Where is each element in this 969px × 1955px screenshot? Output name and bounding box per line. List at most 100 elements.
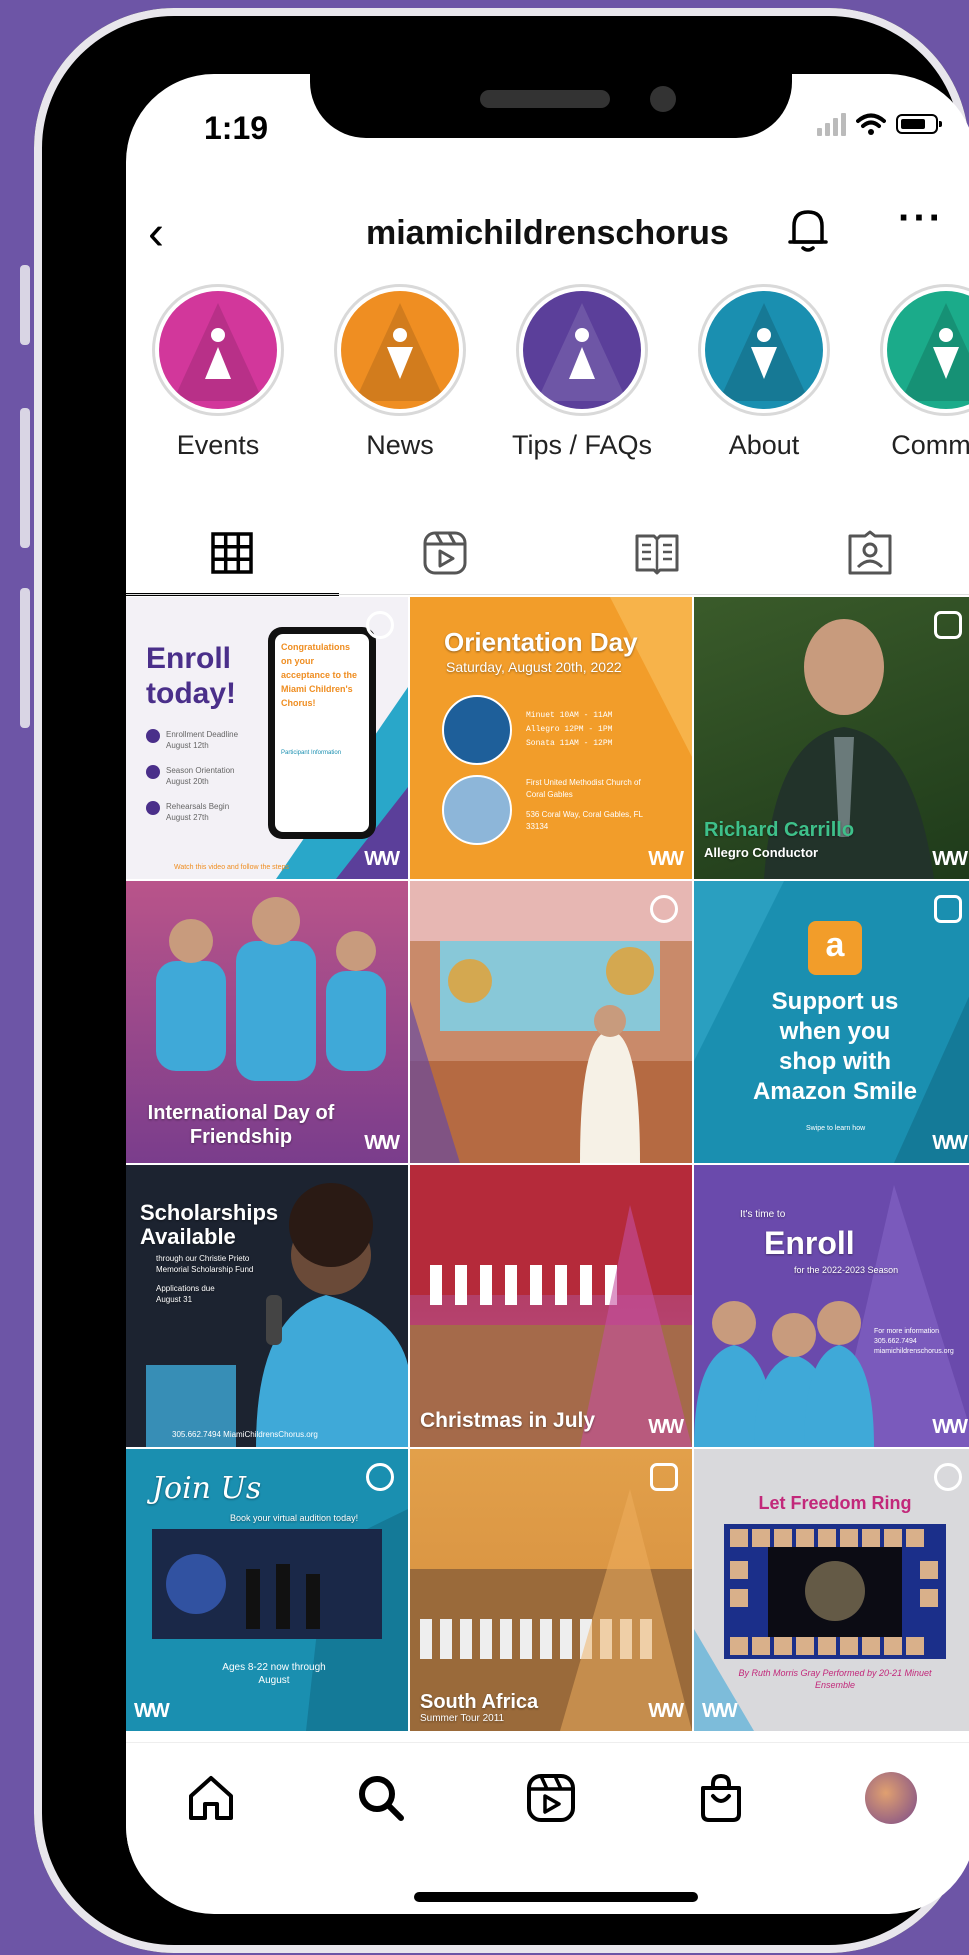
chorus-logo: WW	[702, 1700, 738, 1722]
highlight-news[interactable]: News	[330, 284, 470, 461]
tab-posts-grid[interactable]	[126, 510, 339, 596]
tabs-divider	[126, 594, 969, 595]
guides-icon	[635, 534, 679, 575]
post-subtitle: for the 2022-2023 Season	[794, 1265, 899, 1275]
post-subtitle: Saturday, August 20th, 2022	[446, 659, 622, 675]
wifi-icon	[856, 113, 886, 135]
highlight-label: News	[366, 430, 434, 460]
carousel-icon	[934, 611, 962, 639]
photo-circle	[442, 695, 512, 765]
post-title: Join Us	[152, 1471, 262, 1506]
amazon-icon: a	[808, 921, 862, 975]
profile-username: miamichildrenschorus	[366, 214, 729, 252]
highlight-cover	[341, 291, 459, 409]
post-enroll-season[interactable]: It's time to Enroll for the 2022-2023 Se…	[694, 1165, 969, 1447]
bell-icon[interactable]	[786, 206, 830, 254]
reel-icon	[366, 611, 394, 639]
volume-up-button	[20, 408, 30, 548]
tab-tagged[interactable]	[764, 510, 969, 596]
phone-mockup: Congratulations on your acceptance to th…	[268, 627, 376, 839]
profile-header: ‹ miamichildrenschorus ···	[126, 192, 969, 272]
highlight-cover	[887, 291, 969, 409]
post-video-ride[interactable]	[410, 881, 692, 1163]
post-subtitle: By Ruth Morris Gray Performed by 20-21 M…	[738, 1668, 932, 1690]
highlight-label: Tips / FAQs	[512, 430, 653, 460]
post-christmas-in-july[interactable]: Christmas in July WW	[410, 1165, 692, 1447]
post-enroll-today[interactable]: Enroll today! Enrollment Deadline August…	[126, 597, 408, 879]
post-title: International Day of Friendship	[147, 1102, 335, 1148]
carousel-icon	[650, 1463, 678, 1491]
notch	[310, 74, 792, 138]
post-orientation-day[interactable]: Orientation Day Saturday, August 20th, 2…	[410, 597, 692, 879]
tab-guides[interactable]	[551, 510, 764, 596]
chorus-logo: WW	[932, 1416, 968, 1438]
speaker	[480, 90, 610, 108]
post-join-us[interactable]: Join Us Book your virtual audition today…	[126, 1449, 408, 1731]
post-let-freedom-ring[interactable]: Let Freedom Ring By Ruth Morris Gray Per…	[694, 1449, 969, 1731]
highlight-cover	[523, 291, 641, 409]
chorus-logo: WW	[648, 1700, 684, 1722]
post-amazon-smile[interactable]: a Support us when you shop with Amazon S…	[694, 881, 969, 1163]
grid-icon	[211, 532, 253, 574]
post-friendship-day[interactable]: International Day of Friendship WW	[126, 881, 408, 1163]
post-title: Let Freedom Ring	[758, 1493, 912, 1513]
enroll-date-item: Enrollment Deadline August 12th	[166, 730, 239, 750]
tagged-icon	[848, 530, 892, 575]
amazon-line: when you	[779, 1018, 891, 1045]
status-time: 1:19	[204, 110, 269, 146]
post-title: Orientation Day	[444, 627, 638, 657]
chorus-logo: WW	[364, 848, 400, 870]
post-name: Richard Carrillo	[704, 819, 855, 841]
chorus-logo: WW	[648, 1416, 684, 1438]
session-time: Minuet 10AM - 11AM	[526, 711, 613, 720]
search-icon[interactable]	[355, 1772, 407, 1824]
reel-icon	[366, 1463, 394, 1491]
session-time: Allegro 12PM - 1PM	[526, 725, 613, 734]
post-title: Enroll today!	[146, 642, 236, 710]
profile-avatar[interactable]	[865, 1772, 917, 1824]
highlight-community[interactable]: Commun	[876, 284, 969, 461]
post-scholarships[interactable]: Scholarships Available through our Chris…	[126, 1165, 408, 1447]
back-icon[interactable]: ‹	[148, 210, 164, 258]
highlight-label: Commun	[891, 430, 969, 460]
highlight-label: Events	[176, 430, 260, 460]
home-indicator	[414, 1892, 698, 1902]
more-options-icon[interactable]: ···	[898, 196, 944, 241]
post-subtitle: Summer Tour 2011	[420, 1713, 505, 1724]
calendar-icon	[146, 729, 160, 743]
enroll-date-list: Enrollment Deadline August 12th Season O…	[146, 729, 246, 823]
battery-icon	[896, 114, 942, 134]
reels-nav-icon[interactable]	[525, 1772, 577, 1824]
carousel-icon	[934, 895, 962, 923]
posts-grid: Enroll today! Enrollment Deadline August…	[126, 597, 969, 1731]
highlight-cover	[705, 291, 823, 409]
venue-name: First United Methodist Church of Coral G…	[526, 778, 641, 799]
reel-icon	[650, 895, 678, 923]
story-highlights: Events News Tips / FAQs About Comm	[148, 284, 969, 461]
phone-frame: 1:19 ‹ miamichildrenschorus ··· Events N…	[34, 8, 969, 1953]
photo-circle	[442, 775, 512, 845]
tab-reels[interactable]	[339, 510, 552, 596]
highlight-events[interactable]: Events	[148, 284, 288, 461]
post-south-africa[interactable]: South Africa Summer Tour 2011 WW	[410, 1449, 692, 1731]
calendar-icon	[146, 765, 160, 779]
amazon-line: Support us	[771, 988, 899, 1015]
bottom-nav	[126, 1742, 969, 1853]
post-richard-carrillo[interactable]: Richard Carrillo Allegro Conductor WW	[694, 597, 969, 879]
post-title: South Africa	[420, 1691, 539, 1713]
post-note: Swipe to learn how	[806, 1125, 866, 1132]
chorus-logo: WW	[364, 1132, 400, 1154]
reel-icon	[934, 1463, 962, 1491]
shop-icon[interactable]	[695, 1772, 747, 1824]
post-title: Enroll	[764, 1225, 855, 1261]
post-footer-text: Ages 8-22 now through August	[222, 1662, 326, 1686]
enroll-date-item: Season Orientation August 20th	[166, 766, 235, 786]
highlight-label: About	[728, 430, 800, 460]
home-icon[interactable]	[185, 1772, 237, 1824]
highlight-about[interactable]: About	[694, 284, 834, 461]
post-pretitle: It's time to	[740, 1209, 786, 1220]
highlight-tips-faqs[interactable]: Tips / FAQs	[512, 284, 652, 461]
front-camera	[650, 86, 676, 112]
post-footer-text: Watch this video and follow the steps	[174, 864, 289, 871]
post-subtitle: through our Christie Prieto Memorial Sch…	[156, 1254, 254, 1274]
